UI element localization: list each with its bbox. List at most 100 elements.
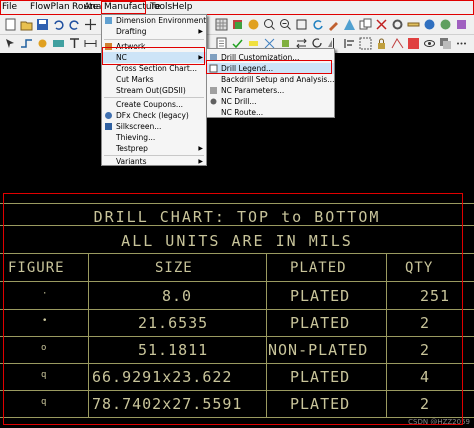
menu-item-stream-out[interactable]: Stream Out(GDSII) xyxy=(102,85,206,96)
menu-item-artwork[interactable]: Artwork xyxy=(102,41,206,52)
drc-icon[interactable] xyxy=(407,37,420,50)
dimension-icon[interactable] xyxy=(84,37,97,50)
menu-item-silkscreen[interactable]: Silkscreen... xyxy=(102,121,206,132)
drill-chart: DRILL CHART: TOP to BOTTOM ALL UNITS ARE… xyxy=(0,195,474,428)
chart-line-row5 xyxy=(0,417,474,418)
row3-plated: NON-PLATED xyxy=(268,341,369,359)
submenu-arrow-icon: ▶ xyxy=(198,145,203,152)
nc-parameters-icon xyxy=(209,86,218,95)
drill-legend-icon xyxy=(209,64,218,73)
open-icon[interactable] xyxy=(20,18,33,31)
row1-qty: 251 xyxy=(420,287,451,305)
header-plated: PLATED xyxy=(290,260,347,276)
manufacture-menu: Dimension Environment Drafting ▶ Artwork … xyxy=(101,14,207,166)
chart-col-divider-1 xyxy=(88,253,89,417)
zoom-fit-icon[interactable] xyxy=(295,18,308,31)
dfx-icon xyxy=(104,111,113,120)
chart-line-row3 xyxy=(0,363,474,364)
ratsnest-icon[interactable] xyxy=(391,37,404,50)
dimension-icon xyxy=(104,16,113,25)
menu-file[interactable]: File xyxy=(2,2,17,12)
chart-title: DRILL CHART: TOP to BOTTOM xyxy=(93,208,381,226)
settings-icon[interactable] xyxy=(391,18,404,31)
route-icon[interactable] xyxy=(20,37,33,50)
menu-item-cross-section-chart[interactable]: Cross Section Chart... xyxy=(102,63,206,74)
grid-icon[interactable] xyxy=(215,18,228,31)
menu-item-nc-parameters[interactable]: NC Parameters... xyxy=(207,85,334,96)
menu-help[interactable]: Help xyxy=(172,2,193,12)
header-qty: QTY xyxy=(405,260,434,276)
help-icon[interactable] xyxy=(423,18,436,31)
menu-bar: File FlowPlan Route Analyze Manufacture … xyxy=(0,0,474,15)
save-icon[interactable] xyxy=(36,18,49,31)
menu-item-drill-legend[interactable]: Drill Legend... xyxy=(207,63,334,74)
submenu-arrow-icon: ▶ xyxy=(198,28,203,35)
more-icon[interactable] xyxy=(455,37,468,50)
menu-separator xyxy=(104,97,204,98)
zoom-out-icon[interactable] xyxy=(279,18,292,31)
row1-size: 8.0 xyxy=(162,287,193,305)
row5-size: 78.7402x27.5591 xyxy=(92,395,243,413)
menu-item-testprep[interactable]: Testprep ▶ xyxy=(102,143,206,154)
menu-item-create-coupons[interactable]: Create Coupons... xyxy=(102,99,206,110)
delete-icon[interactable] xyxy=(375,18,388,31)
drill-customization-icon xyxy=(209,53,218,62)
menu-item-thieving[interactable]: Thieving... xyxy=(102,132,206,143)
menu-item-backdrill-setup[interactable]: Backdrill Setup and Analysis... xyxy=(207,74,334,85)
text-icon[interactable] xyxy=(68,37,81,50)
chart-line-row1 xyxy=(0,309,474,310)
layers-icon[interactable] xyxy=(231,18,244,31)
zoom-in-icon[interactable] xyxy=(263,18,276,31)
chart-subtitle: ALL UNITS ARE IN MILS xyxy=(121,232,353,250)
menu-item-dimension-environment[interactable]: Dimension Environment xyxy=(102,15,206,26)
menu-separator xyxy=(104,39,204,40)
refresh-icon[interactable] xyxy=(311,18,324,31)
row1-plated: PLATED xyxy=(290,287,351,305)
move-icon[interactable] xyxy=(84,18,97,31)
artwork-icon xyxy=(104,42,113,51)
row4-figure: q xyxy=(41,370,47,380)
extra-icon[interactable] xyxy=(455,18,468,31)
chart-border-top xyxy=(0,203,474,204)
align-icon[interactable] xyxy=(343,37,356,50)
pen-icon[interactable] xyxy=(327,18,340,31)
header-figure: FIGURE xyxy=(8,260,65,276)
copy-icon[interactable] xyxy=(359,18,372,31)
layer-visibility-icon[interactable] xyxy=(423,37,436,50)
menu-analyze-visible[interactable]: Analyze xyxy=(84,2,101,12)
menu-item-cut-marks[interactable]: Cut Marks xyxy=(102,74,206,85)
shadow-icon[interactable] xyxy=(439,37,452,50)
chart-line-header-top xyxy=(0,253,474,254)
menu-analyze-text: Analyze xyxy=(84,2,101,12)
menu-item-nc-route[interactable]: NC Route... xyxy=(207,107,334,118)
lock-icon[interactable] xyxy=(375,37,388,50)
via-icon[interactable] xyxy=(36,37,49,50)
menu-flowplan[interactable]: FlowPlan xyxy=(30,2,70,12)
menu-item-variants[interactable]: Variants ▶ xyxy=(102,156,206,167)
menu-item-nc-drill[interactable]: NC Drill... xyxy=(207,96,334,107)
row4-plated: PLATED xyxy=(290,368,351,386)
row5-plated: PLATED xyxy=(290,395,351,413)
chart-col-divider-3 xyxy=(386,253,387,417)
menu-item-dfx-check[interactable]: DFx Check (legacy) xyxy=(102,110,206,121)
menu-item-nc[interactable]: NC ▶ xyxy=(102,52,206,63)
color-icon[interactable] xyxy=(247,18,260,31)
watermark: CSDN @HZZ2059 xyxy=(408,418,470,426)
row5-qty: 2 xyxy=(420,395,431,413)
row5-figure: q xyxy=(41,397,47,407)
nc-drill-icon xyxy=(209,97,218,106)
redo-icon[interactable] xyxy=(68,18,81,31)
shape-icon[interactable] xyxy=(343,18,356,31)
row3-qty: 2 xyxy=(420,341,431,359)
shape-fill-icon[interactable] xyxy=(52,37,65,50)
undo-icon[interactable] xyxy=(52,18,65,31)
menu-item-drafting[interactable]: Drafting ▶ xyxy=(102,26,206,37)
info-icon[interactable] xyxy=(439,18,452,31)
menu-item-drill-customization[interactable]: Drill Customization... xyxy=(207,52,334,63)
measure-icon[interactable] xyxy=(407,18,420,31)
row2-figure: • xyxy=(42,316,48,326)
new-icon[interactable] xyxy=(4,18,17,31)
select-icon[interactable] xyxy=(4,37,17,50)
menu-tools[interactable]: Tools xyxy=(150,2,172,12)
group-icon[interactable] xyxy=(359,37,372,50)
